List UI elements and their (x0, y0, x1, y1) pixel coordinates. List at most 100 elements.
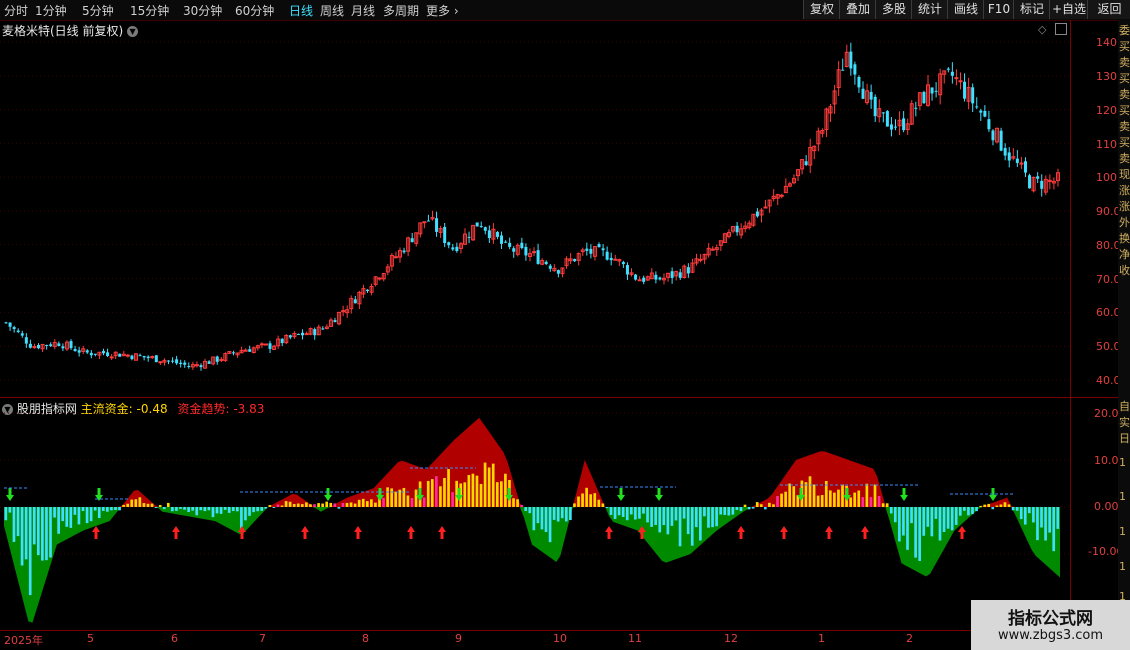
main-flow-bar (1019, 507, 1023, 520)
main-flow-bar (89, 507, 93, 522)
main-flow-bar (292, 504, 296, 507)
main-flow-bar (743, 504, 747, 507)
quote-label: 涨 (1119, 184, 1130, 197)
candle-body-down (922, 91, 926, 104)
main-flow-bar (564, 507, 568, 522)
candle-body-down (231, 352, 235, 354)
main-flow-bar (158, 505, 162, 507)
main-flow-bar (889, 507, 893, 514)
main-flow-bar (394, 491, 398, 507)
candle-body-down (12, 327, 16, 330)
quote-label: 外 (1119, 216, 1130, 229)
candle-body-up (194, 364, 199, 367)
candle-body-down (69, 341, 73, 349)
main-flow-bar (162, 507, 166, 510)
main-flow-bar (934, 507, 938, 519)
candle-body-down (321, 328, 325, 330)
quote-label: 买 (1119, 104, 1130, 117)
main-flow-bar (49, 507, 52, 558)
candle-body-down (102, 351, 106, 354)
quote-panel-edge[interactable]: 委 买 卖 买 卖 买 卖 买 卖 现 涨 涨 外 换 净 收 自 实 日 1 … (1118, 20, 1130, 630)
candle-body-down (556, 270, 560, 274)
main-flow-bar (1032, 507, 1035, 523)
quote-label: 日 (1119, 432, 1130, 445)
candle-body-up (263, 343, 268, 346)
main-flow-bar (402, 487, 406, 507)
main-flow-bar (101, 507, 105, 511)
candle-body-down (187, 366, 191, 368)
candle-body-up (613, 258, 618, 261)
main-flow-bar (877, 495, 881, 507)
main-flow-bar (1028, 507, 1031, 514)
toolbar-button[interactable]: 返回 (1087, 0, 1130, 19)
main-flow-bar (816, 495, 820, 507)
candle-body-down (625, 264, 629, 275)
main-flow-bar (20, 507, 24, 566)
main-flow-bar (776, 496, 779, 507)
main-flow-bar (1011, 507, 1015, 511)
main-flow-bar (382, 497, 385, 507)
candle-body-down (37, 344, 41, 349)
main-flow-bar (983, 504, 986, 507)
main-flow-bar (731, 507, 735, 515)
candle-body-down (171, 360, 175, 362)
main-flow-bar (223, 507, 227, 510)
main-flow-bar (114, 507, 117, 511)
main-flow-bar (106, 507, 109, 512)
trend-outflow-area (4, 507, 1060, 623)
quote-label: 实 (1119, 416, 1130, 429)
candle-body-down (1040, 180, 1044, 189)
buy-arrow-icon (92, 526, 100, 539)
candle-body-down (755, 211, 759, 217)
main-flow-bar (504, 473, 507, 507)
candle-body-up (532, 251, 537, 254)
quote-label: 1 (1119, 525, 1126, 538)
main-flow-bar (12, 507, 16, 542)
candle-body-down (77, 350, 81, 353)
main-flow-bar (365, 501, 369, 507)
main-flow-bar (560, 507, 564, 519)
candle-body-down (520, 242, 524, 249)
candle-body-down (585, 248, 589, 251)
candle-body-down (589, 248, 593, 254)
main-flow-bar (175, 507, 178, 511)
main-flow-bar (735, 507, 739, 510)
main-flow-bar (764, 507, 767, 510)
candle-body-down (45, 344, 49, 346)
candle-body-down (894, 126, 898, 128)
main-flow-bar (447, 469, 450, 507)
main-flow-bar (467, 474, 471, 507)
main-flow-bar (589, 494, 593, 507)
candle-body-down (333, 320, 337, 323)
main-flow-bar (183, 507, 186, 510)
main-flow-bar (150, 503, 154, 507)
candle-body-down (467, 236, 471, 238)
candle-body-down (500, 235, 504, 244)
main-flow-bar (617, 507, 621, 516)
buy-arrow-icon (605, 526, 613, 539)
candle-body-down (402, 250, 406, 253)
candle-body-down (175, 359, 179, 364)
main-flow-bar (138, 497, 142, 507)
main-flow-bar (45, 507, 48, 561)
main-flow-bar (593, 493, 597, 507)
chart-canvas[interactable] (0, 0, 1070, 650)
main-flow-bar (361, 498, 365, 507)
watermark-title: 指标公式网 (1008, 609, 1093, 629)
main-flow-bar (1044, 507, 1047, 541)
main-flow-bar (654, 507, 658, 525)
main-flow-bar (918, 507, 922, 561)
candle-body-down (601, 248, 605, 251)
candle-body-down (975, 106, 979, 108)
main-flow-bar (902, 507, 905, 536)
main-flow-bar (300, 504, 304, 507)
candle-body-down (853, 64, 857, 75)
candle-body-down (861, 88, 865, 99)
main-flow-bar (979, 505, 982, 507)
candle-body-down (146, 356, 150, 359)
candle-body-down (889, 124, 893, 130)
main-flow-bar (711, 507, 714, 528)
main-flow-bar (443, 477, 446, 507)
main-flow-bar (313, 504, 316, 507)
main-flow-bar (975, 507, 978, 512)
